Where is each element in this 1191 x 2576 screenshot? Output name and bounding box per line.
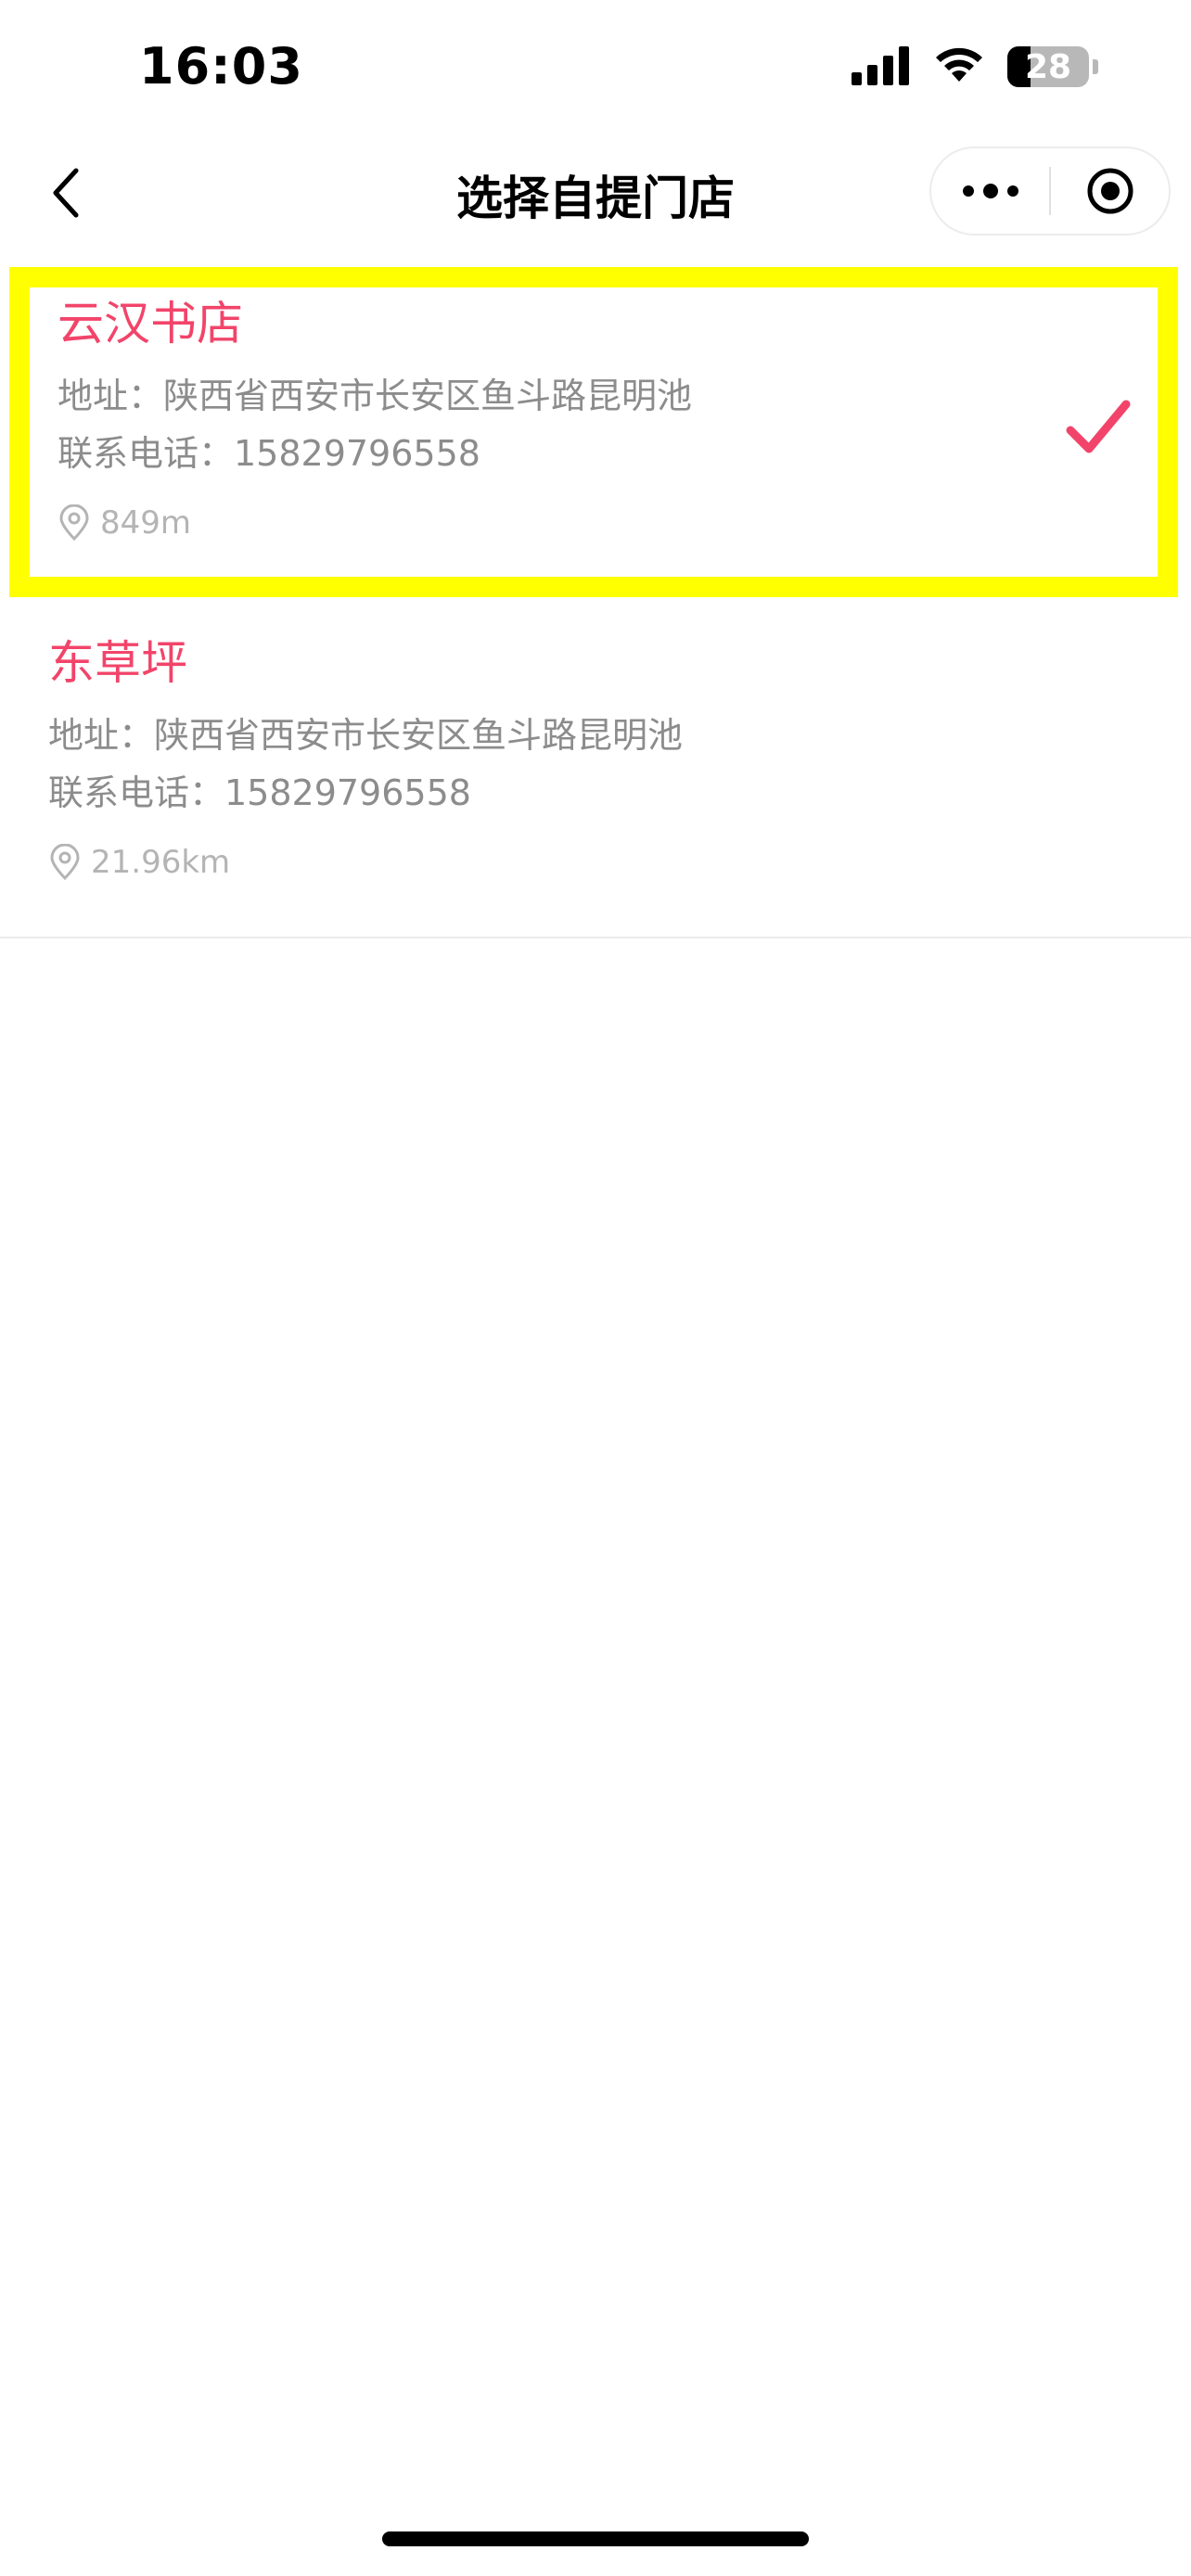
store-address: 地址：陕西省西安市长安区鱼斗路昆明池 [48,715,684,756]
store-item[interactable]: 东草坪 地址：陕西省西安市长安区鱼斗路昆明池 联系电话：15829796558 … [0,612,1191,938]
store-distance: 849m [100,504,192,542]
mini-program-capsule [929,147,1171,236]
target-circle-icon [1087,168,1133,214]
store-list: 云汉书店 地址：陕西省西安市长安区鱼斗路昆明池 联系电话：15829796558… [0,267,1191,938]
location-pin-icon [50,844,80,881]
store-phone: 联系电话：15829796558 [48,772,471,813]
store-item-selected[interactable]: 云汉书店 地址：陕西省西安市长安区鱼斗路昆明池 联系电话：15829796558… [9,267,1178,597]
store-name: 云汉书店 [58,297,243,351]
status-time: 16:03 [139,37,303,96]
close-mini-program-button[interactable] [1051,148,1169,234]
store-phone: 联系电话：15829796558 [58,433,480,474]
battery-indicator: 28 [1007,46,1089,87]
store-distance: 21.96km [91,844,231,881]
store-address: 地址：陕西省西安市长安区鱼斗路昆明池 [58,376,693,416]
wifi-icon [931,45,987,89]
status-icons: 28 [852,45,1098,89]
nav-bar: 选择自提门店 [0,139,1191,247]
store-info: 东草坪 地址：陕西省西安市长安区鱼斗路昆明池 联系电话：15829796558 … [48,631,1191,888]
check-icon [1066,400,1131,453]
store-distance-row: 21.96km [48,836,1191,888]
battery-level: 28 [1024,47,1072,86]
store-name: 东草坪 [48,636,187,690]
store-distance-row: 849m [58,497,1158,549]
home-indicator [382,2531,809,2546]
status-bar: 16:03 28 [0,0,1191,139]
page: 16:03 28 选择自提门店 云汉书店 地址：陕西省西安市长安区鱼斗路昆明池 … [0,0,1191,2576]
signal-icon [852,45,911,89]
battery-cap [1093,59,1098,74]
location-pin-icon [59,504,89,542]
store-info: 云汉书店 地址：陕西省西安市长安区鱼斗路昆明池 联系电话：15829796558… [58,291,1158,549]
more-dots-icon [962,184,1018,198]
more-button[interactable] [931,148,1049,234]
